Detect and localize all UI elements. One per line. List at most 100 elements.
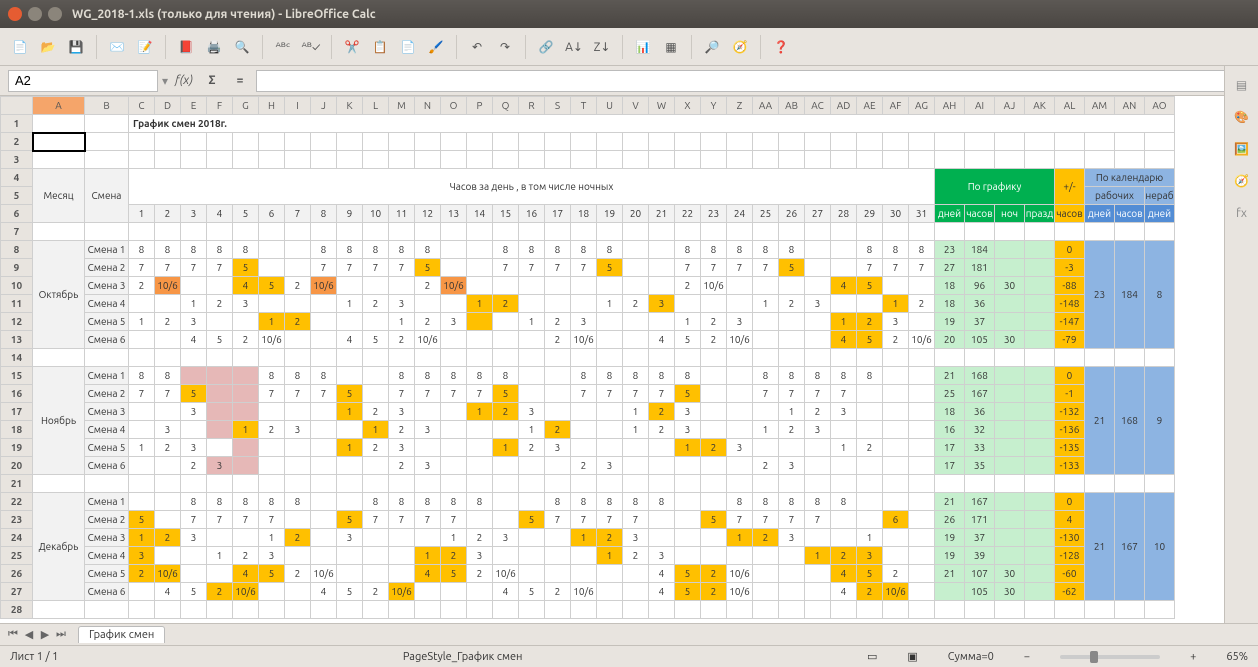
first-tab-icon[interactable]: ⏮ (6, 628, 20, 642)
col-header[interactable]: AJ (995, 97, 1025, 115)
col-header[interactable]: AD (831, 97, 857, 115)
gallery-panel-icon[interactable]: 🖼️ (1231, 138, 1253, 160)
open-icon[interactable]: 📂 (36, 35, 60, 59)
prev-tab-icon[interactable]: ◀ (22, 628, 36, 642)
col-header[interactable]: J (311, 97, 337, 115)
col-header[interactable]: AA (753, 97, 779, 115)
col-header[interactable]: AH (935, 97, 965, 115)
col-header[interactable]: K (337, 97, 363, 115)
row-header[interactable]: 7 (1, 223, 33, 241)
sort-asc-icon[interactable]: A↓ (562, 35, 586, 59)
spreadsheet-area[interactable]: ABCDEFGHIJKLMNOPQRSTUVWXYZAAABACADAEAFAG… (0, 96, 1258, 623)
equals-icon[interactable]: = (228, 69, 252, 93)
col-header[interactable]: P (467, 97, 493, 115)
functions-panel-icon[interactable]: fx (1231, 202, 1253, 224)
col-header[interactable]: AE (857, 97, 883, 115)
col-header[interactable]: AC (805, 97, 831, 115)
col-header[interactable]: X (675, 97, 701, 115)
sheet-tab[interactable]: График смен (78, 626, 165, 643)
row-header[interactable]: 21 (1, 475, 33, 493)
col-header[interactable]: AM (1085, 97, 1115, 115)
col-header[interactable]: AK (1025, 97, 1055, 115)
day-cell: 10/6 (701, 277, 727, 295)
col-header[interactable]: H (259, 97, 285, 115)
row-header[interactable]: 3 (1, 151, 33, 169)
filter-icon[interactable]: ▦ (659, 35, 683, 59)
formula-input[interactable] (256, 70, 1240, 92)
col-header[interactable]: F (207, 97, 233, 115)
col-header[interactable]: I (285, 97, 311, 115)
auto-spellcheck-icon[interactable]: ᴬᴮ✓ (299, 35, 323, 59)
day-cell (181, 367, 207, 385)
last-tab-icon[interactable]: ⏭ (54, 628, 68, 642)
col-header[interactable]: M (389, 97, 415, 115)
paste-icon[interactable]: 📄 (396, 35, 420, 59)
col-header[interactable]: W (649, 97, 675, 115)
col-header[interactable]: L (363, 97, 389, 115)
print-preview-icon[interactable]: 🔍 (230, 35, 254, 59)
navigator-panel-icon[interactable]: 🧭 (1231, 170, 1253, 192)
col-header[interactable]: Y (701, 97, 727, 115)
name-box[interactable] (8, 70, 158, 92)
col-header[interactable]: N (415, 97, 441, 115)
col-header[interactable]: A (33, 97, 85, 115)
sort-desc-icon[interactable]: Z↓ (590, 35, 614, 59)
shift-label: Смена 1 (85, 367, 129, 385)
new-doc-icon[interactable]: 📄 (8, 35, 32, 59)
next-tab-icon[interactable]: ▶ (38, 628, 52, 642)
redo-icon[interactable]: ↷ (493, 35, 517, 59)
zoom-out-icon[interactable]: − (1024, 651, 1030, 663)
col-header[interactable]: R (519, 97, 545, 115)
cut-icon[interactable]: ✂️ (340, 35, 364, 59)
insert-mode-icon[interactable]: ▭ (867, 650, 877, 663)
col-header[interactable]: AF (883, 97, 909, 115)
zoom-in-icon[interactable]: + (1190, 651, 1196, 663)
zoom-slider[interactable] (1060, 655, 1160, 659)
col-header[interactable]: G (233, 97, 259, 115)
navigator-icon[interactable]: 🧭 (728, 35, 752, 59)
email-icon[interactable]: ✉️ (105, 35, 129, 59)
row-header[interactable]: 14 (1, 349, 33, 367)
find-icon[interactable]: 🔎 (700, 35, 724, 59)
close-icon[interactable] (8, 7, 22, 21)
minimize-icon[interactable] (28, 7, 42, 21)
selection-mode-icon[interactable]: ▣ (907, 650, 917, 663)
sum-icon[interactable]: Σ (200, 69, 224, 93)
col-header[interactable]: AL (1055, 97, 1085, 115)
hyperlink-icon[interactable]: 🔗 (534, 35, 558, 59)
col-header[interactable]: D (155, 97, 181, 115)
chart-icon[interactable]: 📊 (631, 35, 655, 59)
save-icon[interactable]: 💾 (64, 35, 88, 59)
col-header[interactable]: Z (727, 97, 753, 115)
col-header[interactable]: O (441, 97, 467, 115)
edit-doc-icon[interactable]: 📝 (133, 35, 157, 59)
col-header[interactable]: V (623, 97, 649, 115)
col-header[interactable]: B (85, 97, 129, 115)
col-header[interactable]: U (597, 97, 623, 115)
undo-icon[interactable]: ↶ (465, 35, 489, 59)
col-header[interactable]: S (545, 97, 571, 115)
styles-panel-icon[interactable]: 🎨 (1231, 106, 1253, 128)
export-pdf-icon[interactable]: 📕 (174, 35, 198, 59)
col-header[interactable]: AG (909, 97, 935, 115)
col-header[interactable]: AB (779, 97, 805, 115)
copy-icon[interactable]: 📋 (368, 35, 392, 59)
function-wizard-icon[interactable]: f(x) (172, 69, 196, 93)
day-cell: 10/6 (155, 565, 181, 583)
print-icon[interactable]: 🖨️ (202, 35, 226, 59)
col-header[interactable]: E (181, 97, 207, 115)
day-cell (753, 583, 779, 601)
col-header[interactable]: AN (1115, 97, 1145, 115)
spellcheck-icon[interactable]: ᴬᴮᶜ (271, 35, 295, 59)
col-header[interactable]: Q (493, 97, 519, 115)
help-icon[interactable]: ❓ (769, 35, 793, 59)
col-header[interactable]: T (571, 97, 597, 115)
maximize-icon[interactable] (48, 7, 62, 21)
col-header[interactable]: C (129, 97, 155, 115)
format-paint-icon[interactable]: 🖌️ (424, 35, 448, 59)
day-cell: 10/6 (727, 583, 753, 601)
col-header[interactable]: AI (965, 97, 995, 115)
row-header[interactable]: 28 (1, 601, 33, 619)
col-header[interactable]: AO (1145, 97, 1175, 115)
properties-panel-icon[interactable]: ▤ (1231, 74, 1253, 96)
